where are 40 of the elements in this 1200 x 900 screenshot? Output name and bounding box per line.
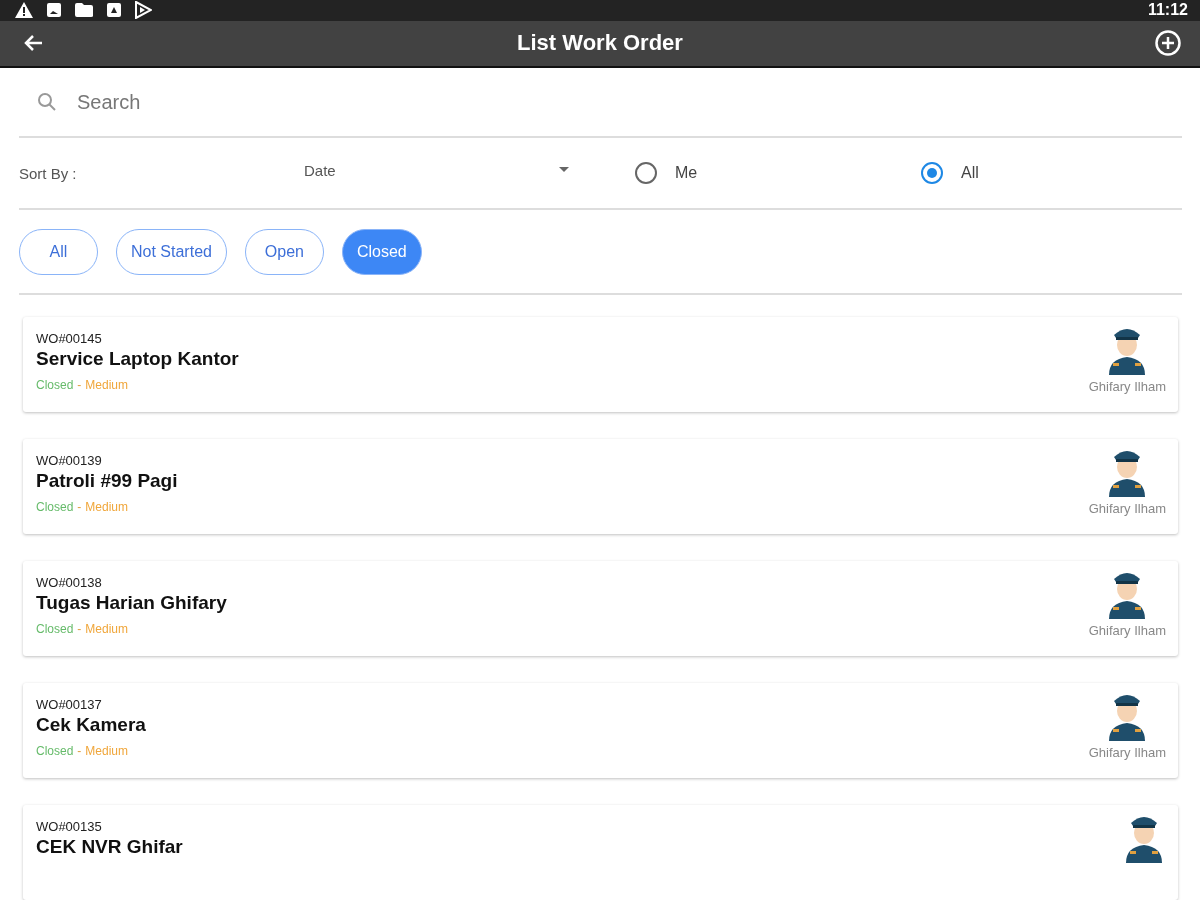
search-icon bbox=[37, 92, 57, 112]
assignee-radio[interactable]: Me bbox=[635, 162, 855, 184]
status-priority-text: Closed - Medium bbox=[36, 378, 130, 392]
work-order-card[interactable]: WO#00145 Service Laptop Kantor Closed - Medium Ghifary Ilham bbox=[23, 317, 1178, 412]
status-filter-chip[interactable]: Open bbox=[244, 228, 324, 275]
assignee-name: Ghifary Ilham bbox=[1088, 623, 1166, 638]
clock-time: 11:12 bbox=[1147, 1, 1188, 20]
work-order-card[interactable]: WO#00138 Tugas Harian Ghifary Closed - Medium Ghifary Ilham bbox=[23, 561, 1178, 656]
work-order-card[interactable]: WO#00135 CEK NVR Ghifar bbox=[23, 805, 1178, 900]
assignee-radio[interactable]: All bbox=[921, 162, 1141, 184]
status-priority-text: Closed - Medium bbox=[36, 500, 130, 514]
work-order-title: CEK NVR Ghifar bbox=[36, 836, 183, 858]
work-order-code: WO#00137 bbox=[36, 697, 103, 712]
work-order-title: Tugas Harian Ghifary bbox=[36, 592, 227, 614]
assignee-name: Ghifary Ilham bbox=[1088, 379, 1166, 394]
assignee-name: Ghifary Ilham bbox=[1088, 501, 1166, 516]
add-icon[interactable] bbox=[1154, 29, 1182, 58]
work-order-code: WO#00138 bbox=[36, 575, 103, 590]
status-priority-text: Closed - Medium bbox=[36, 744, 130, 758]
work-order-code: WO#00145 bbox=[36, 331, 103, 346]
work-order-title: Service Laptop Kantor bbox=[36, 348, 239, 370]
status-filter-chip[interactable]: All bbox=[19, 228, 98, 275]
status-filter-chip[interactable]: Closed bbox=[341, 228, 422, 275]
work-order-card[interactable]: WO#00137 Cek Kamera Closed - Medium Ghifary Ilham bbox=[23, 683, 1178, 778]
work-order-code: WO#00139 bbox=[36, 453, 103, 468]
folder-icon bbox=[74, 2, 94, 19]
sort-dropdown[interactable]: Date bbox=[304, 161, 569, 179]
caret-icon bbox=[559, 167, 569, 173]
work-order-code: WO#00135 bbox=[36, 819, 103, 834]
radio-circle[interactable] bbox=[635, 162, 657, 184]
status-priority-text: Closed - Medium bbox=[36, 622, 130, 636]
work-order-card[interactable]: WO#00139 Patroli #99 Pagi Closed - Medium Ghifary Ilham bbox=[23, 439, 1178, 534]
work-order-title: Cek Kamera bbox=[36, 714, 146, 736]
assignee-name: Ghifary Ilham bbox=[1088, 745, 1166, 760]
status-filter-chip[interactable]: Not Started bbox=[116, 228, 227, 275]
radio-circle[interactable] bbox=[921, 162, 943, 184]
work-order-title: Patroli #99 Pagi bbox=[36, 470, 178, 492]
sort-label: Sort By : bbox=[19, 164, 78, 182]
screen-title: List Work Order bbox=[517, 30, 683, 57]
play-icon bbox=[134, 1, 152, 20]
